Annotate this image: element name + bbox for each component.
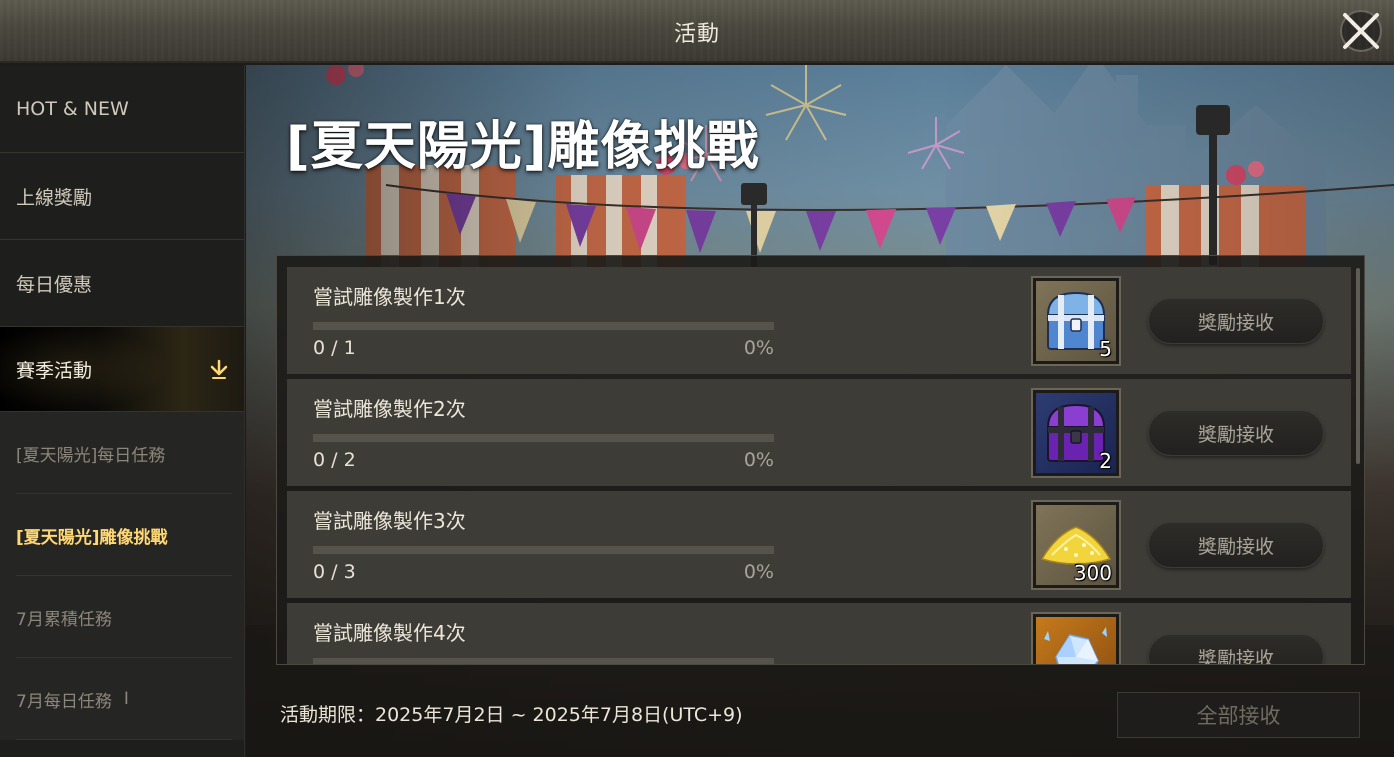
mission-progress-bar	[313, 546, 774, 554]
sidebar-subitem-summer-statue[interactable]: [夏天陽光]雕像挑戰	[0, 494, 244, 576]
mission-row: 嘗試雕像製作1次 0 / 1 0% 5 獎勵接收	[287, 267, 1351, 374]
sidebar-subitem-label: [夏天陽光]每日任務	[16, 445, 166, 466]
reward-quantity: 300	[1073, 561, 1112, 585]
sidebar-submenu: [夏天陽光]每日任務 [夏天陽光]雕像挑戰 7月累積任務 7月每日任務 I	[0, 412, 244, 740]
mission-name: 嘗試雕像製作4次	[313, 621, 466, 645]
sidebar: HOT & NEW 上線獎勵 每日優惠 賽季活動 [夏天陽光]每日任務 [夏天陽…	[0, 65, 245, 757]
mission-progress-bar	[313, 434, 774, 442]
claim-reward-button[interactable]: 獎勵接收	[1148, 634, 1324, 664]
sidebar-item-label: HOT & NEW	[16, 97, 129, 120]
reward-slot[interactable]: 300	[1031, 500, 1121, 590]
mission-row: 嘗試雕像製作3次 0 / 3 0% 300 獎勵接收	[287, 491, 1351, 598]
mission-row: 嘗試雕像製作4次 獎勵接收	[287, 603, 1351, 664]
mission-count: 0 / 3	[313, 561, 356, 583]
mission-percent: 0%	[743, 449, 774, 471]
mission-progress-bar	[313, 658, 774, 664]
sidebar-subitem-july-cumulative[interactable]: 7月累積任務	[0, 576, 244, 658]
claim-reward-button[interactable]: 獎勵接收	[1148, 410, 1324, 456]
sidebar-item-login-reward[interactable]: 上線獎勵	[0, 153, 244, 240]
sidebar-item-season-event[interactable]: 賽季活動	[0, 327, 244, 412]
reward-slot[interactable]: 5	[1031, 276, 1121, 366]
sidebar-subitem-summer-daily[interactable]: [夏天陽光]每日任務	[0, 412, 244, 494]
sidebar-subitem-label: 7月累積任務	[16, 609, 112, 630]
reward-quantity: 5	[1099, 337, 1112, 361]
mission-percent: 0%	[743, 561, 774, 583]
sidebar-subitem-label: [夏天陽光]雕像挑戰	[16, 527, 168, 548]
reward-slot[interactable]: 2	[1031, 388, 1121, 478]
crystal-icon	[1044, 627, 1107, 664]
mission-name: 嘗試雕像製作2次	[313, 397, 466, 421]
sidebar-item-label: 賽季活動	[16, 359, 93, 382]
page-title: 活動	[673, 22, 720, 47]
sidebar-subitem-label: 7月每日任務	[16, 691, 112, 712]
sidebar-item-hot-new[interactable]: HOT & NEW	[0, 65, 244, 153]
scrollbar[interactable]	[1356, 268, 1360, 464]
top-bar: 活動	[0, 0, 1394, 63]
sidebar-item-label: 上線獎勵	[16, 186, 93, 209]
mission-count: 0 / 2	[313, 449, 356, 471]
mission-count: 0 / 1	[313, 337, 356, 359]
claim-all-button[interactable]: 全部接收	[1117, 692, 1360, 738]
sidebar-subitem-july-daily[interactable]: 7月每日任務 I	[0, 658, 244, 740]
claim-reward-button[interactable]: 獎勵接收	[1148, 298, 1324, 344]
sidebar-subitem-mark: I	[123, 689, 129, 709]
mission-name: 嘗試雕像製作1次	[313, 285, 466, 309]
sidebar-item-daily-deal[interactable]: 每日優惠	[0, 240, 244, 327]
mission-percent: 0%	[743, 337, 774, 359]
close-icon[interactable]	[1337, 7, 1385, 55]
mission-progress-bar	[313, 322, 774, 330]
event-title: [夏天陽光]雕像挑戰	[286, 117, 760, 177]
claim-reward-button[interactable]: 獎勵接收	[1148, 522, 1324, 568]
mission-list[interactable]: 嘗試雕像製作1次 0 / 1 0% 5 獎勵接收 嘗試雕像製作2次 0 / 2 …	[276, 255, 1365, 665]
mission-name: 嘗試雕像製作3次	[313, 509, 466, 533]
event-period: 活動期限：2025年7月2日 ~ 2025年7月8日(UTC+9)	[280, 704, 743, 726]
chevron-down-icon	[210, 359, 228, 379]
mission-row: 嘗試雕像製作2次 0 / 2 0% 2 獎勵接收	[287, 379, 1351, 486]
sidebar-item-label: 每日優惠	[16, 273, 93, 296]
reward-slot[interactable]	[1031, 612, 1121, 664]
reward-quantity: 2	[1099, 449, 1112, 473]
